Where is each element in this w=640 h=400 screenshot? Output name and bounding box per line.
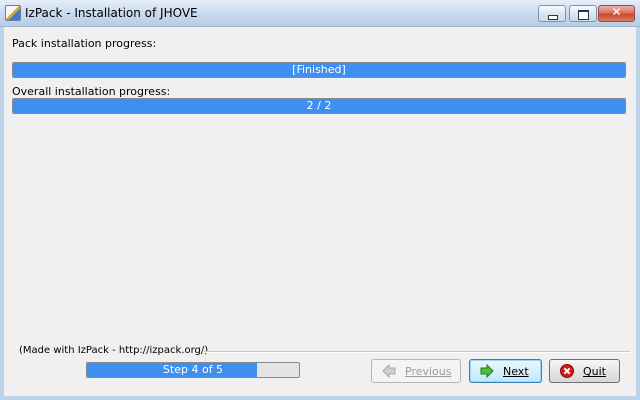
window-title: IzPack - Installation of JHOVE	[25, 6, 198, 20]
quit-button[interactable]: Quit	[549, 359, 620, 383]
close-button[interactable]: ✕	[598, 5, 635, 22]
close-icon: ✕	[611, 5, 622, 19]
installer-panel: Pack installation progress: [Finished] O…	[4, 27, 636, 396]
maximize-icon	[578, 10, 589, 20]
title-bar[interactable]: IzPack - Installation of JHOVE ✕	[0, 0, 640, 27]
made-with-label: (Made with IzPack - http://izpack.org/)	[19, 345, 209, 356]
minimize-button[interactable]	[538, 5, 566, 22]
pack-progress-label: Pack installation progress:	[12, 37, 157, 50]
arrow-right-icon	[480, 364, 494, 378]
quit-icon	[560, 364, 574, 378]
pack-progress-text: [Finished]	[292, 63, 346, 76]
app-icon	[5, 5, 21, 21]
overall-progress-bar: 2 / 2	[12, 98, 626, 114]
footer-divider	[204, 351, 630, 353]
step-progress-bar: Step 4 of 5	[86, 362, 300, 378]
overall-progress-label: Overall installation progress:	[12, 85, 171, 98]
previous-label-text: Previous	[405, 365, 452, 378]
step-progress-text: Step 4 of 5	[162, 363, 224, 376]
arrow-left-icon	[382, 364, 396, 378]
previous-button-label: Previous	[405, 365, 452, 378]
next-button[interactable]: Next	[469, 359, 542, 383]
quit-label-text: Quit	[583, 365, 606, 378]
minimize-icon	[548, 15, 558, 20]
quit-button-label: Quit	[583, 365, 606, 378]
next-label-text: Next	[503, 365, 529, 378]
pack-progress-bar: [Finished]	[12, 62, 626, 78]
installer-window: IzPack - Installation of JHOVE ✕ Pack in…	[0, 0, 640, 400]
overall-progress-text: 2 / 2	[306, 99, 332, 112]
previous-button: Previous	[371, 359, 461, 383]
maximize-button[interactable]	[569, 5, 597, 22]
next-button-label: Next	[503, 365, 529, 378]
